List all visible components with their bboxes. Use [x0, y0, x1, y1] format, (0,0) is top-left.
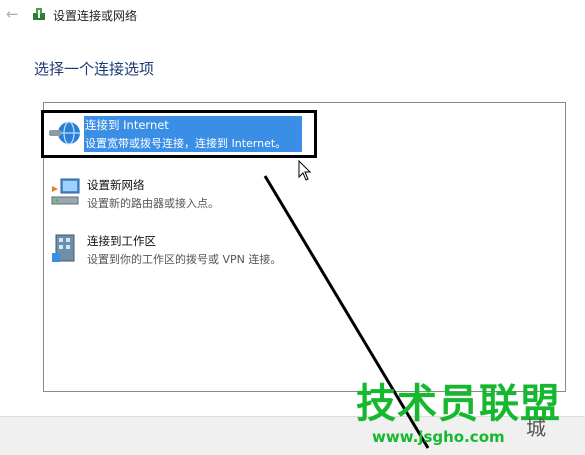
- watermark: 技术员联盟 www.jsgho.com 城: [356, 382, 585, 454]
- watermark-side-text: 城: [526, 416, 546, 440]
- mouse-cursor-icon: [298, 160, 312, 181]
- watermark-url: www.jsgho.com: [372, 428, 505, 446]
